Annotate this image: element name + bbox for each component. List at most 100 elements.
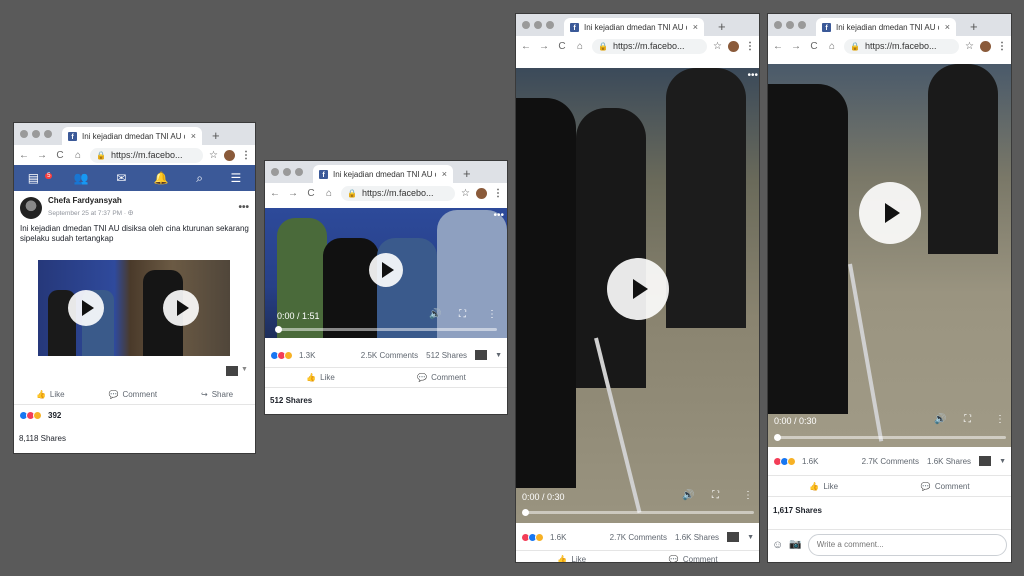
comment-button[interactable]: 💬 Comment [669, 555, 718, 562]
address-bar[interactable]: 🔒 https://m.facebo... [592, 38, 708, 54]
play-button-icon[interactable] [369, 253, 403, 287]
play-button-icon[interactable] [607, 258, 669, 320]
back-icon[interactable]: ← [18, 150, 30, 161]
play-button-icon[interactable] [68, 290, 104, 326]
bookmark-star-icon[interactable]: ☆ [461, 188, 470, 199]
new-tab-button[interactable]: + [718, 19, 726, 34]
like-button[interactable]: 👍 Like [809, 482, 838, 491]
camera-icon[interactable]: 📷 [789, 539, 801, 550]
friends-icon[interactable]: 👥 [74, 171, 89, 185]
forward-icon[interactable]: → [36, 150, 48, 161]
comment-count[interactable]: 2.5K Comments [361, 351, 418, 360]
reaction-summary[interactable]: 392 [14, 411, 255, 420]
reload-icon[interactable]: C [808, 41, 820, 52]
comment-button[interactable]: 💬 Comment [108, 390, 157, 399]
extension-icon[interactable] [728, 40, 739, 52]
video-player[interactable]: ••• 0:00 / 1:51 🔊 ⛶ ⋮ [265, 208, 507, 338]
sharer-avatar[interactable] [226, 366, 238, 376]
video-progress-bar[interactable] [524, 511, 754, 514]
video-player[interactable]: ••• 0:00 / 0:30 🔊 ⛶ ⋮ [516, 68, 759, 523]
video-progress-knob[interactable] [275, 326, 282, 333]
post-timestamp[interactable]: September 25 at 7:37 PM · 🜨 [48, 205, 133, 219]
news-feed-icon[interactable]: ▤ 5 [28, 171, 53, 185]
like-button[interactable]: 👍 Like [557, 555, 586, 562]
share-count[interactable]: 8,118 Shares [14, 434, 71, 443]
reaction-summary[interactable]: 1.6K 2.7K Comments 1.6K Shares ▼ [768, 456, 1011, 466]
home-icon[interactable]: ⌂ [574, 41, 586, 52]
video-options-icon[interactable]: ••• [747, 70, 758, 81]
play-button-icon[interactable] [163, 290, 199, 326]
forward-icon[interactable]: → [538, 41, 550, 52]
extension-icon[interactable] [476, 187, 487, 199]
home-icon[interactable]: ⌂ [826, 41, 838, 52]
fullscreen-icon[interactable]: ⛶ [712, 490, 719, 501]
extension-icon[interactable] [224, 149, 235, 161]
video-options-icon[interactable]: ••• [493, 210, 504, 221]
comment-count[interactable]: 2.7K Comments [862, 457, 919, 466]
browser-tab[interactable]: f Ini kejadian dmedan TNI AU di × [816, 18, 956, 36]
browser-menu-icon[interactable]: ⋮ [997, 41, 1007, 52]
volume-icon[interactable]: 🔊 [429, 309, 441, 320]
comment-input[interactable] [807, 533, 1007, 556]
browser-menu-icon[interactable]: ⋮ [241, 150, 251, 161]
sharer-avatar[interactable] [475, 350, 488, 360]
bookmark-star-icon[interactable]: ☆ [209, 150, 218, 161]
reaction-summary[interactable]: 1.3K 2.5K Comments 512 Shares ▼ [265, 350, 507, 360]
forward-icon[interactable]: → [287, 188, 299, 199]
sharer-avatar[interactable] [727, 532, 740, 542]
post-author[interactable]: Chefa Fardyansyah [48, 196, 133, 205]
sharer-avatar[interactable] [979, 456, 992, 466]
volume-icon[interactable]: 🔊 [682, 490, 694, 501]
address-bar[interactable]: 🔒 https://m.facebo... [90, 147, 204, 163]
video-progress-knob[interactable] [774, 434, 781, 441]
reload-icon[interactable]: C [556, 41, 568, 52]
messenger-icon[interactable]: ✉ [116, 171, 126, 185]
search-icon[interactable]: ⌕ [196, 171, 203, 186]
share-count-inline[interactable]: 1.6K Shares [675, 533, 719, 542]
video-menu-icon[interactable]: ⋮ [487, 309, 497, 320]
share-count[interactable]: 512 Shares [265, 396, 317, 405]
video-progress-bar[interactable] [277, 328, 497, 331]
window-controls[interactable] [522, 21, 554, 29]
close-tab-icon[interactable]: × [945, 22, 950, 32]
comment-count[interactable]: 2.7K Comments [610, 533, 667, 542]
browser-menu-icon[interactable]: ⋮ [493, 188, 503, 199]
like-button[interactable]: 👍 Like [36, 390, 65, 399]
close-tab-icon[interactable]: × [191, 131, 196, 141]
reload-icon[interactable]: C [305, 188, 317, 199]
back-icon[interactable]: ← [269, 188, 281, 199]
new-tab-button[interactable]: + [212, 128, 220, 143]
post-video-thumbnail[interactable] [38, 260, 230, 356]
comment-button[interactable]: 💬 Comment [417, 373, 466, 382]
author-avatar[interactable] [20, 196, 42, 219]
window-controls[interactable] [20, 130, 52, 138]
video-progress-bar[interactable] [776, 436, 1006, 439]
share-count[interactable]: 1,617 Shares [768, 506, 827, 515]
close-tab-icon[interactable]: × [693, 22, 698, 32]
home-icon[interactable]: ⌂ [323, 188, 335, 199]
play-button-icon[interactable] [859, 182, 921, 244]
volume-icon[interactable]: 🔊 [934, 414, 946, 425]
video-menu-icon[interactable]: ⋮ [743, 490, 753, 501]
comment-button[interactable]: 💬 Comment [921, 482, 970, 491]
share-button[interactable]: ↪ Share [201, 390, 233, 399]
notifications-bell-icon[interactable]: 🔔 [154, 171, 169, 185]
home-icon[interactable]: ⌂ [72, 150, 84, 161]
hamburger-menu-icon[interactable]: ☰ [230, 171, 241, 185]
share-count-inline[interactable]: 512 Shares [426, 351, 467, 360]
browser-tab[interactable]: f Ini kejadian dmedan TNI AU di × [62, 127, 202, 145]
video-player[interactable]: 0:00 / 0:30 🔊 ⛶ ⋮ [768, 64, 1011, 447]
fullscreen-icon[interactable]: ⛶ [459, 309, 466, 320]
new-tab-button[interactable]: + [463, 166, 471, 181]
chevron-down-icon[interactable]: ▼ [999, 458, 1006, 465]
chevron-down-icon[interactable]: ▼ [495, 352, 502, 359]
reload-icon[interactable]: C [54, 150, 66, 161]
close-tab-icon[interactable]: × [442, 169, 447, 179]
address-bar[interactable]: 🔒 https://m.facebo... [844, 38, 960, 54]
bookmark-star-icon[interactable]: ☆ [965, 41, 974, 52]
reaction-summary[interactable]: 1.6K 2.7K Comments 1.6K Shares ▼ [516, 532, 759, 542]
window-controls[interactable] [271, 168, 303, 176]
back-icon[interactable]: ← [772, 41, 784, 52]
address-bar[interactable]: 🔒 https://m.facebo... [341, 185, 456, 201]
share-count-inline[interactable]: 1.6K Shares [927, 457, 971, 466]
